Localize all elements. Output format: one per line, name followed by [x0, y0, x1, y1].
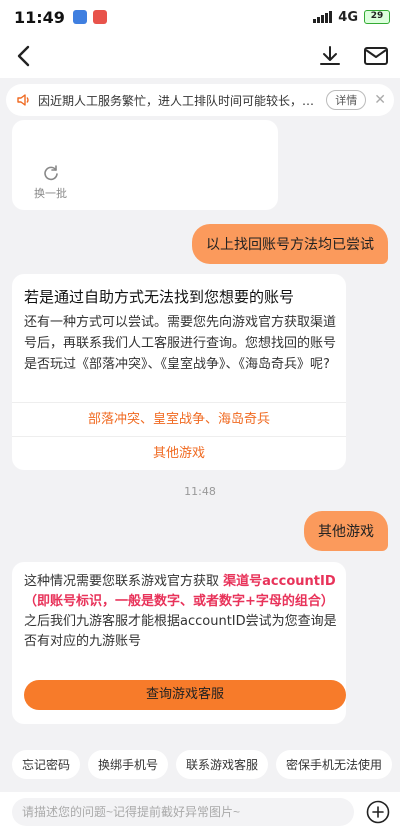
outgoing-message: 以上找回账号方法均已尝试	[192, 224, 388, 264]
download-icon	[320, 46, 340, 65]
outgoing-message: 其他游戏	[304, 511, 388, 551]
signal-icon	[313, 11, 333, 23]
status-bar: 11:49 4G 29	[0, 0, 400, 34]
suggestion-card: 换一批	[12, 120, 278, 210]
network-type: 4G	[338, 9, 358, 25]
notice-text: 因近期人工服务繁忙，进人工排队时间可能较长，建...	[38, 93, 321, 108]
add-button[interactable]	[366, 800, 390, 824]
refresh-icon	[43, 165, 58, 181]
reply-card: 若是通过自助方式无法找到您想要的账号 还有一种方式可以尝试。需要您先向游戏官方获…	[12, 274, 346, 470]
message-button[interactable]	[362, 42, 390, 70]
quick-reply-chip[interactable]: 联系游戏客服	[176, 750, 269, 779]
mail-icon	[364, 47, 388, 65]
status-indicators: 4G 29	[313, 10, 390, 25]
notice-detail-button[interactable]: 详情	[326, 90, 367, 110]
back-button[interactable]	[10, 42, 38, 70]
query-service-button[interactable]: 查询游戏客服	[24, 680, 346, 710]
notification-app-icon	[92, 10, 107, 24]
quick-reply-chip[interactable]: 忘记密码	[12, 750, 81, 779]
download-button[interactable]	[316, 42, 344, 70]
back-arrow-icon	[17, 45, 30, 67]
option-button[interactable]: 其他游戏	[12, 436, 346, 470]
plus-icon	[366, 800, 390, 824]
option-button[interactable]: 部落冲突、皇室战争、海岛奇兵	[12, 402, 346, 436]
nav-bar	[0, 34, 400, 78]
card-body: 这种情况需要您联系游戏官方获取 渠道号accountID（即账号标识，一般是数字…	[24, 572, 340, 652]
quick-replies: 忘记密码 换绑手机号 联系游戏客服 密保手机无法使用	[12, 750, 393, 779]
message-timestamp: 11:48	[184, 485, 216, 498]
message-input[interactable]	[12, 798, 354, 826]
refresh-button[interactable]: 换一批	[34, 164, 67, 201]
status-time: 11:49	[14, 7, 65, 27]
quick-reply-chip[interactable]: 密保手机无法使用	[276, 750, 393, 779]
input-bar	[0, 792, 400, 832]
notice-banner[interactable]: 因近期人工服务繁忙，进人工排队时间可能较长，建... 详情 ✕	[6, 84, 394, 116]
speaker-icon	[17, 94, 29, 106]
reply-card: 这种情况需要您联系游戏官方获取 渠道号accountID（即账号标识，一般是数字…	[12, 562, 346, 724]
card-text: 之后我们九游客服才能根据accountID尝试为您查询是否有对应的九游账号	[24, 614, 337, 649]
battery-icon: 29	[364, 10, 390, 24]
quick-reply-chip[interactable]: 换绑手机号	[88, 750, 169, 779]
card-text: 这种情况需要您联系游戏官方获取	[24, 574, 224, 589]
close-icon[interactable]: ✕	[374, 92, 386, 108]
card-body: 还有一种方式可以尝试。需要您先向游戏官方获取渠道号后，再联系我们人工客服进行查询…	[24, 315, 337, 372]
refresh-label: 换一批	[34, 187, 67, 200]
notification-app-icon	[72, 10, 87, 24]
card-title: 若是通过自助方式无法找到您想要的账号	[24, 288, 295, 306]
